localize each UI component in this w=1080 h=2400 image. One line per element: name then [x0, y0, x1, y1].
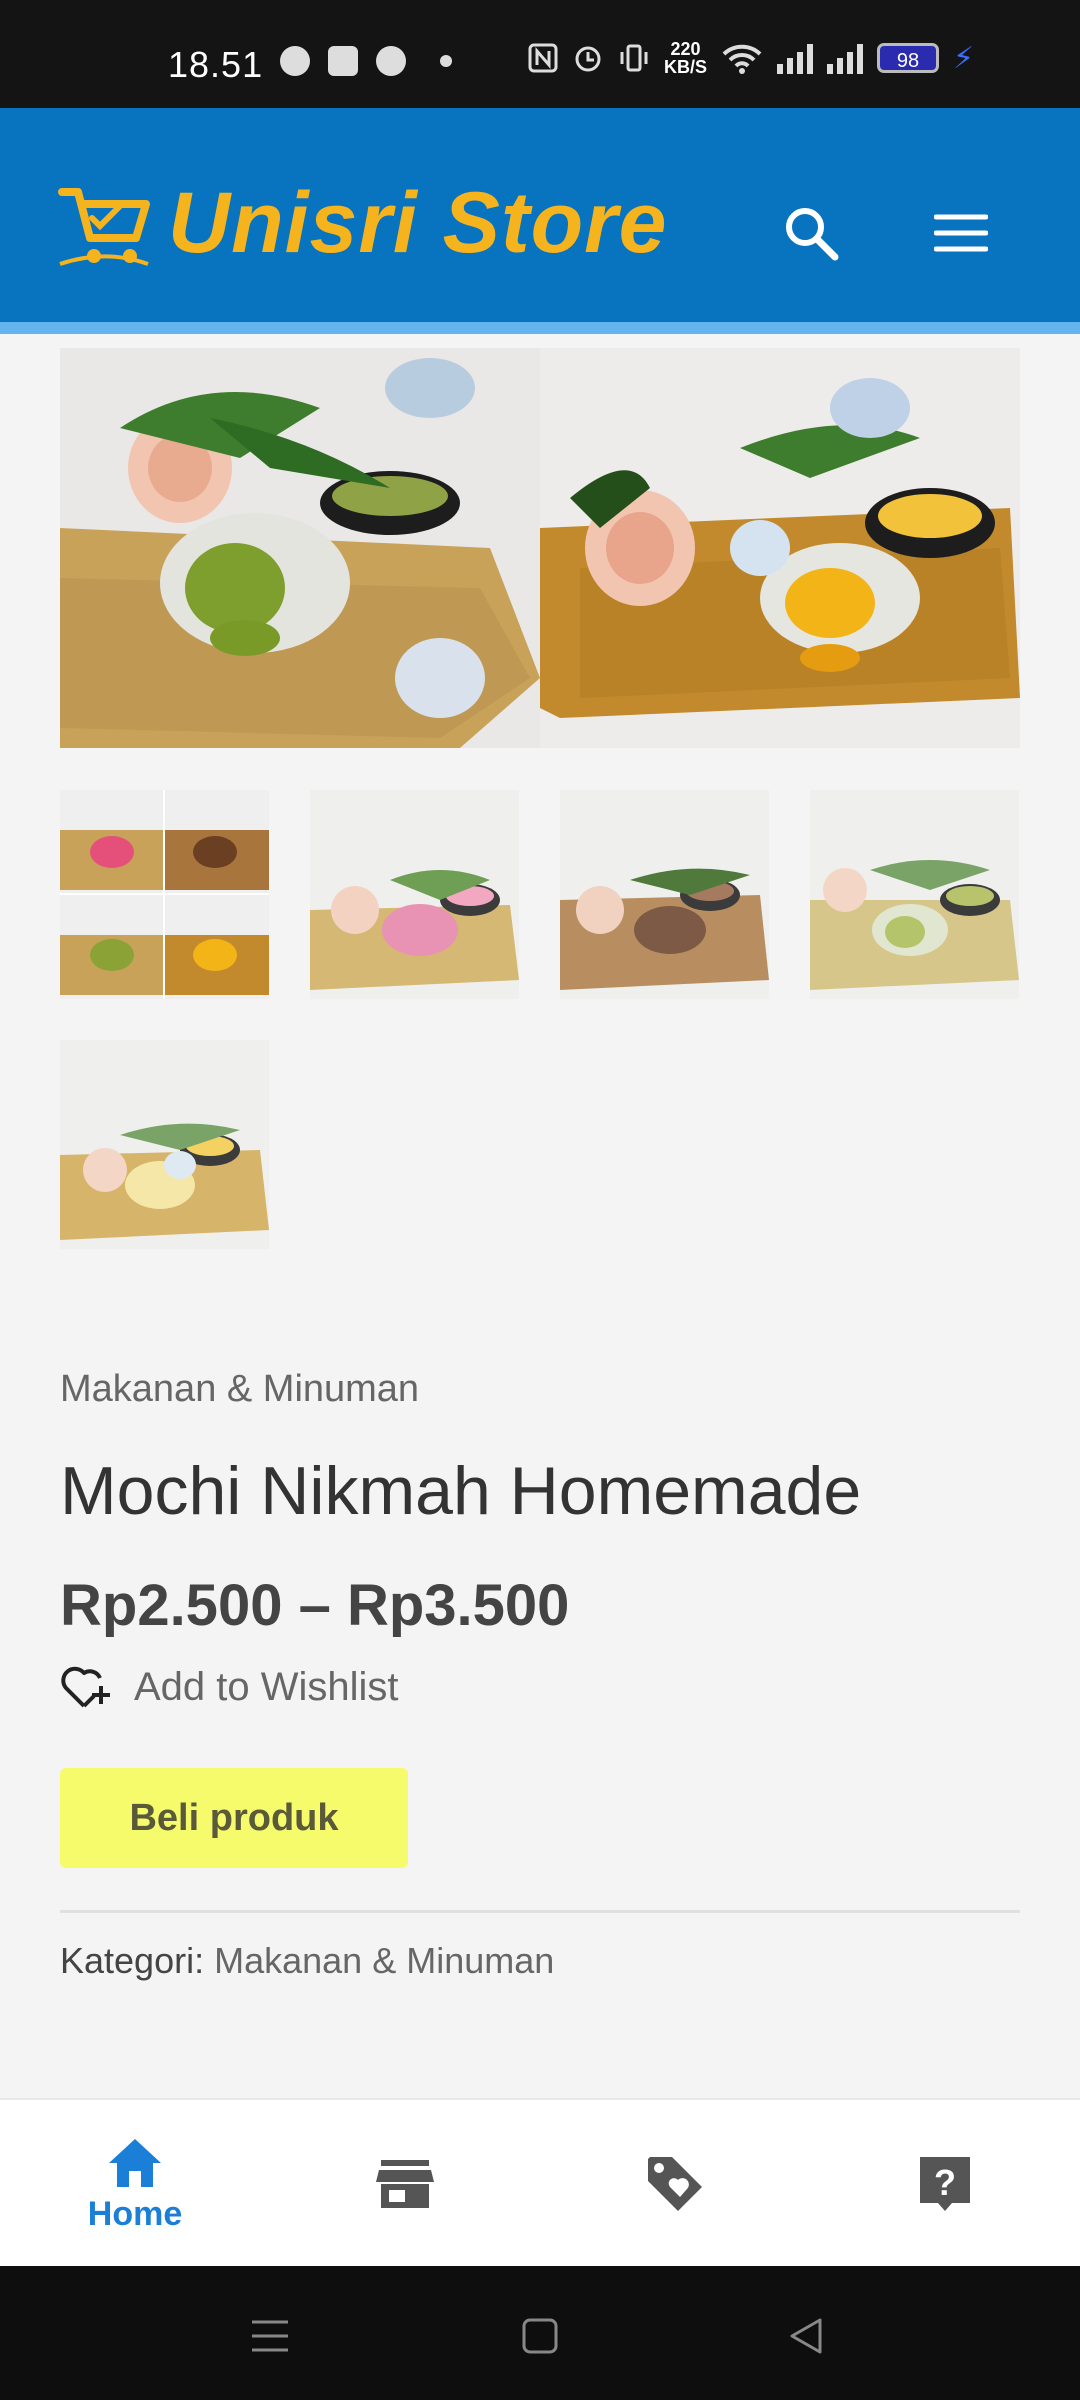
shopping-bag-icon	[328, 46, 358, 76]
cheese-mochi-photo	[540, 348, 1020, 748]
main-image-cheese[interactable]	[540, 348, 1020, 748]
home-system-button[interactable]	[510, 2306, 570, 2366]
search-button[interactable]	[776, 198, 846, 268]
matcha-mochi-thumbnail	[810, 790, 1019, 999]
nav-help[interactable]: ?	[810, 2100, 1080, 2268]
pinterest-icon	[376, 46, 406, 76]
signal-strength-icon-1	[777, 42, 814, 74]
matcha-mochi-photo	[60, 348, 540, 748]
tag-heart-icon	[648, 2157, 702, 2211]
vibrate-icon	[620, 44, 648, 72]
system-status-icons: 220 KB/S 98 ⚡	[528, 40, 974, 76]
status-time: 18.51	[168, 44, 264, 85]
network-speed: 220 KB/S	[664, 40, 707, 76]
thumbnail-chocolate[interactable]	[560, 790, 769, 999]
add-to-wishlist-button[interactable]: Add to Wishlist	[60, 1664, 399, 1710]
brand-name: Unisri Store	[168, 175, 668, 271]
site-header: Unisri Store	[0, 108, 1080, 334]
product-meta: Kategori: Makanan & Minuman	[60, 1940, 554, 1982]
back-triangle-icon	[790, 2318, 822, 2354]
net-speed-value: 220	[670, 39, 701, 59]
recents-icon	[252, 2320, 288, 2352]
search-icon	[786, 208, 839, 261]
product-title: Mochi Nikmah Homemade	[60, 1453, 862, 1529]
divider	[60, 1910, 1020, 1913]
bottom-navigation: Home ?	[0, 2098, 1080, 2268]
status-bar: 18.51 220 KB/S 98 ⚡	[0, 0, 1080, 108]
signal-strength-icon-2	[827, 42, 864, 74]
product-main-images	[60, 348, 1020, 748]
strawberry-mochi-thumbnail	[310, 790, 519, 999]
help-icon: ?	[920, 2157, 970, 2211]
nfc-icon	[528, 43, 558, 73]
back-button[interactable]	[776, 2306, 836, 2366]
wishlist-label: Add to Wishlist	[134, 1664, 399, 1709]
thumbnail-matcha[interactable]	[810, 790, 1019, 999]
nav-home[interactable]: Home	[0, 2100, 270, 2268]
category-meta-link[interactable]: Makanan & Minuman	[214, 1940, 554, 1981]
thumbnail-strawberry[interactable]	[310, 790, 519, 999]
recents-button[interactable]	[240, 2306, 300, 2366]
home-icon	[109, 2138, 161, 2187]
alarm-icon	[575, 46, 601, 72]
nav-tags[interactable]	[540, 2100, 810, 2268]
notification-icons	[280, 46, 452, 76]
more-notifications-dot	[440, 55, 452, 67]
hamburger-menu-icon	[934, 214, 988, 252]
store-icon	[376, 2160, 434, 2208]
collage-thumbnail	[60, 790, 269, 999]
thumbnail-cheese[interactable]	[60, 1040, 269, 1249]
product-category-link[interactable]: Makanan & Minuman	[60, 1368, 419, 1411]
menu-button[interactable]	[926, 198, 996, 268]
nav-home-label: Home	[87, 2194, 183, 2233]
wifi-icon	[722, 44, 762, 74]
buy-product-button[interactable]: Beli produk	[60, 1768, 408, 1868]
heart-plus-icon	[61, 1666, 110, 1708]
home-square-icon	[522, 2318, 558, 2354]
category-meta-label: Kategori:	[60, 1940, 205, 1981]
shopping-cart-logo-icon	[58, 187, 150, 266]
system-navigation-bar	[0, 2266, 1080, 2400]
battery-icon: 98	[877, 43, 940, 73]
notification-app-icon	[280, 46, 310, 76]
site-logo[interactable]: Unisri Store	[58, 174, 667, 273]
chocolate-mochi-thumbnail	[560, 790, 769, 999]
nav-store[interactable]	[270, 2100, 540, 2268]
net-speed-unit: KB/S	[664, 57, 708, 77]
cheese-mochi-thumbnail	[60, 1040, 269, 1249]
svg-text:?: ?	[934, 2162, 956, 2203]
main-image-matcha[interactable]	[60, 348, 540, 748]
product-price: Rp2.500 – Rp3.500	[60, 1573, 570, 1638]
charging-icon: ⚡	[953, 41, 975, 75]
thumbnail-collage[interactable]	[60, 790, 269, 999]
